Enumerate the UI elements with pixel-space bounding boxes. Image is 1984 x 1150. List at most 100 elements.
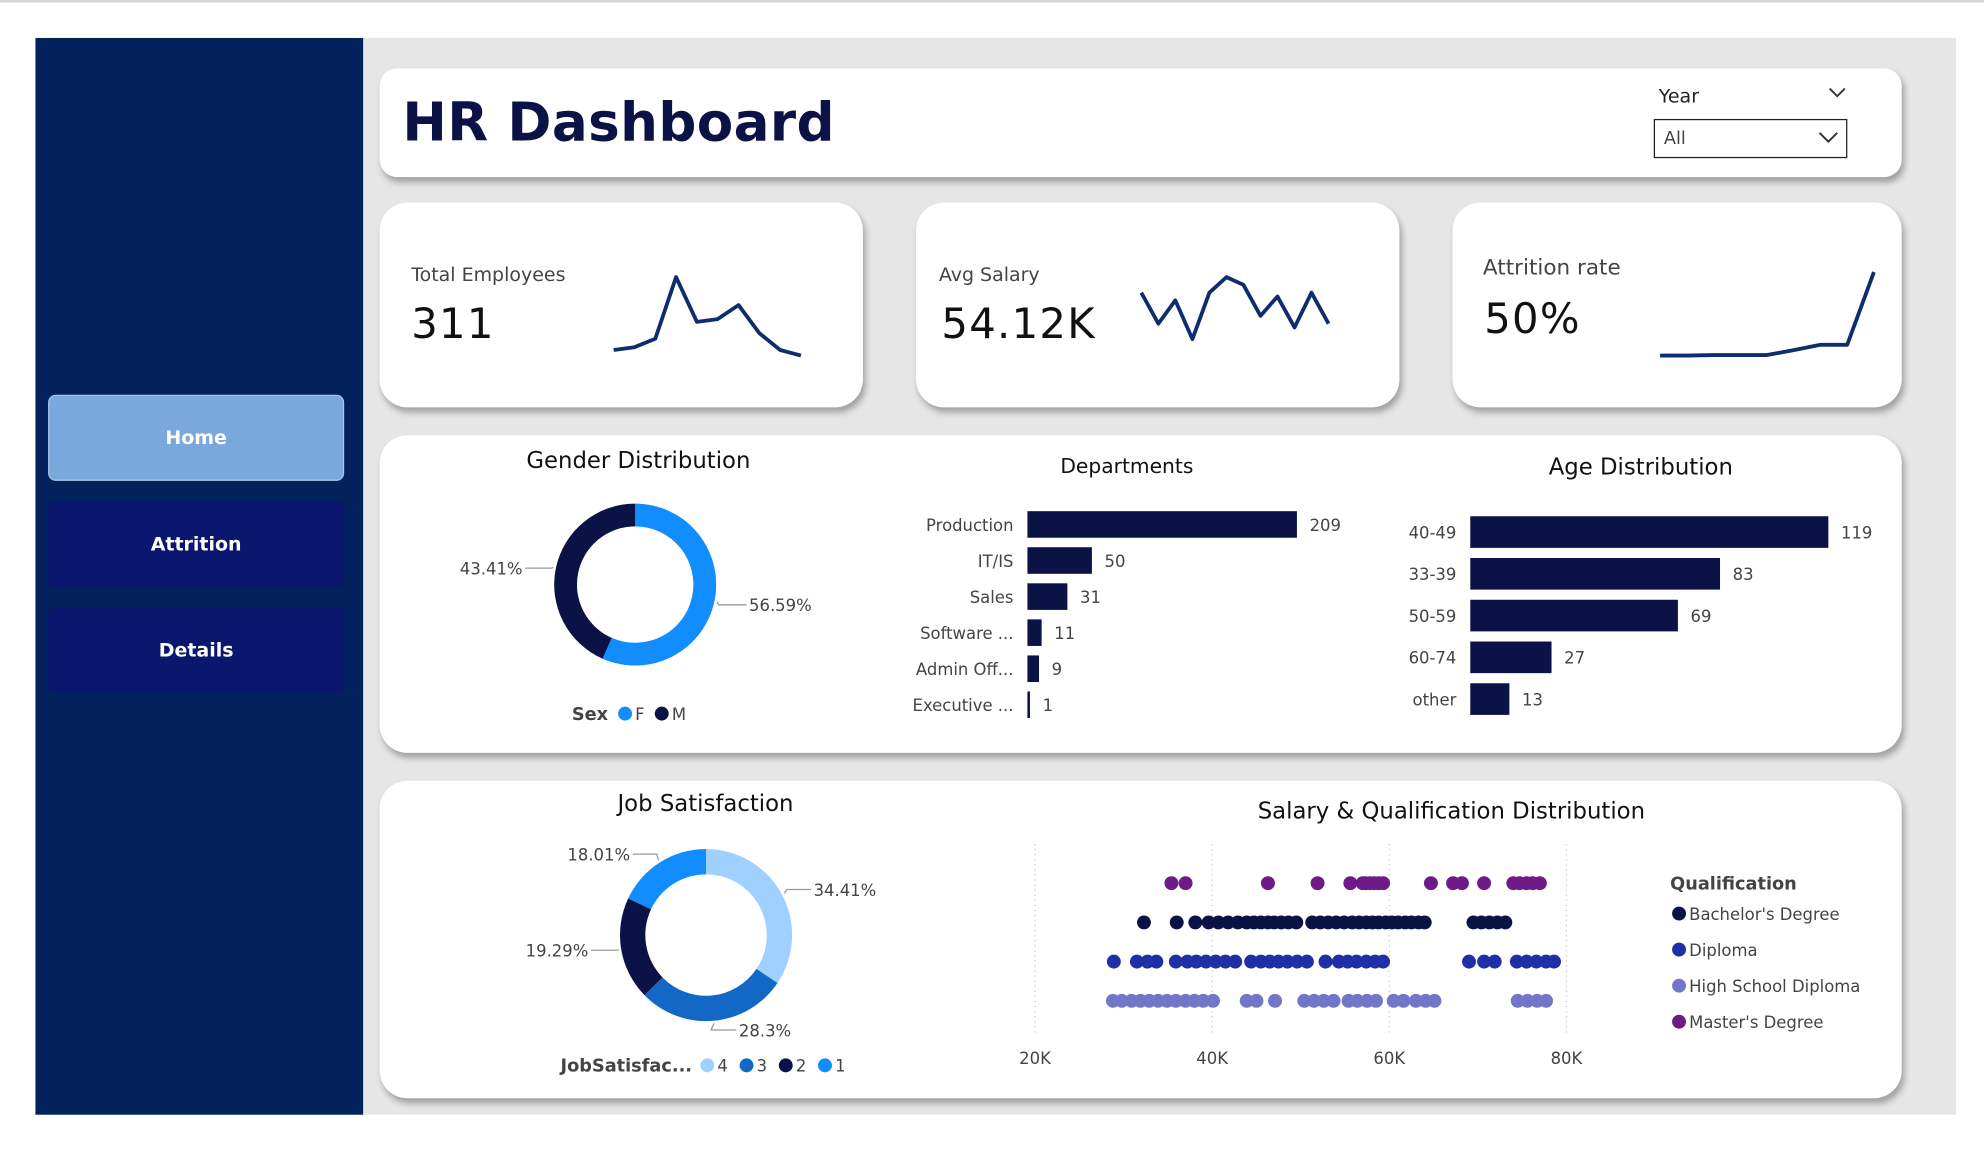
legend-marker <box>654 706 669 721</box>
scatter-point <box>1106 954 1121 969</box>
bar-category-label: other <box>1413 690 1457 709</box>
legend-marker <box>700 1058 715 1073</box>
scatter-point <box>1249 993 1264 1008</box>
bar-category-label: Software ... <box>920 624 1013 643</box>
scatter-point <box>1498 915 1513 930</box>
overview-charts: 56.59% 43.41% Sex F M Production 209 IT/IS 50 Sal… <box>460 503 1872 725</box>
bar <box>1027 619 1042 646</box>
scatter-point <box>1417 915 1432 930</box>
donut-leader-line <box>710 1023 737 1031</box>
bar <box>1027 655 1040 682</box>
bar-value-label: 9 <box>1052 660 1062 679</box>
bar <box>1470 516 1829 548</box>
donut-data-label: 28.3% <box>739 1021 791 1040</box>
kpi-label: Avg Salary <box>938 263 1040 286</box>
scatter-point <box>1149 954 1164 969</box>
bar-value-label: 1 <box>1043 696 1053 715</box>
x-tick-label: 40K <box>1196 1049 1229 1068</box>
donut-data-label: 56.59% <box>749 596 812 615</box>
legend-label: M <box>672 705 686 724</box>
scatter-point <box>1487 954 1502 969</box>
kpi-sparkline <box>613 275 802 358</box>
bar <box>1470 599 1678 632</box>
bar <box>1470 641 1552 674</box>
scatter-point <box>1343 876 1358 891</box>
chevron-down-icon <box>1818 132 1838 143</box>
kpi-sparkline <box>1139 275 1331 341</box>
bar-category-label: Admin Off... <box>916 660 1014 679</box>
bar <box>1027 547 1092 574</box>
overview-charts-card: Gender Distribution Departments Age Dist… <box>379 435 1902 753</box>
legend-label: Bachelor's Degree <box>1689 905 1839 924</box>
bar-value-label: 11 <box>1054 624 1075 643</box>
kpi-label: Total Employees <box>411 263 566 286</box>
bar-value-label: 50 <box>1105 552 1126 571</box>
bar <box>1027 583 1068 610</box>
bar-category-label: 50-59 <box>1409 607 1457 626</box>
scatter-point <box>1188 915 1203 930</box>
chevron-down-icon[interactable] <box>1828 86 1846 99</box>
legend-label: Diploma <box>1689 941 1757 960</box>
sidebar: Home Attrition Details <box>35 37 364 1115</box>
scatter-point <box>1539 993 1554 1008</box>
satisfaction-charts-card: Job Satisfaction Salary & Qualification … <box>379 780 1902 1099</box>
page-title: HR Dashboard <box>402 91 835 154</box>
year-filter-label: Year <box>1658 84 1700 108</box>
bar-category-label: 33-39 <box>1409 565 1457 584</box>
legend-label: 3 <box>757 1057 767 1076</box>
legend-marker <box>818 1058 832 1073</box>
legend-marker <box>739 1058 754 1073</box>
kpi-card-total-employees: Total Employees 311 <box>379 202 863 408</box>
legend-marker <box>618 706 633 721</box>
bar-category-label: Executive ... <box>913 696 1014 715</box>
legend-marker <box>1672 1014 1687 1029</box>
scatter-point <box>1268 993 1283 1008</box>
year-select-value: All <box>1663 129 1686 150</box>
donut-leader-line <box>716 601 747 606</box>
bar <box>1470 557 1721 590</box>
dashboard-canvas: Home Attrition Details HR Dashboard Year… <box>0 0 1984 1147</box>
scatter-point <box>1532 876 1547 891</box>
bar-category-label: IT/IS <box>978 552 1014 571</box>
donut-leader-line <box>632 853 660 861</box>
donut-slice <box>644 968 778 1022</box>
legend-label: High School Diploma <box>1689 977 1860 996</box>
donut-data-label: 18.01% <box>567 845 630 864</box>
kpi-value: 311 <box>411 298 495 348</box>
legend-label: 4 <box>717 1057 727 1076</box>
donut-leader-line <box>783 888 812 894</box>
sparkline-path <box>1660 271 1876 358</box>
legend-label: 1 <box>835 1057 845 1076</box>
legend-label: F <box>635 705 644 724</box>
legend-marker <box>778 1058 793 1073</box>
kpi-value: 54.12K <box>941 298 1096 348</box>
sparkline-path <box>613 275 802 358</box>
scatter-point <box>1396 993 1411 1008</box>
scatter-point <box>1136 915 1151 930</box>
scatter-point <box>1326 993 1341 1008</box>
scatter-point <box>1299 954 1314 969</box>
kpi-value: 50% <box>1484 293 1581 343</box>
scatter-point <box>1462 954 1476 969</box>
top-divider <box>0 0 1984 3</box>
bar-category-label: 60-74 <box>1409 649 1457 668</box>
nav-attrition-button[interactable]: Attrition <box>48 501 345 588</box>
donut-slice <box>706 849 793 983</box>
kpi-card-avg-salary: Avg Salary 54.12K <box>916 202 1400 408</box>
year-select[interactable]: All <box>1653 118 1848 159</box>
nav-details-button[interactable]: Details <box>48 607 345 694</box>
scatter-point <box>1206 993 1221 1008</box>
legend-title: Sex <box>572 705 609 725</box>
scatter-point <box>1423 876 1438 891</box>
bar <box>1027 511 1297 538</box>
x-tick-label: 20K <box>1019 1049 1052 1068</box>
satisfaction-charts: 34.41% 28.3% 19.29% 18.01% JobSatisfac... 4 3 2… <box>526 843 1860 1077</box>
bar-value-label: 31 <box>1080 588 1101 607</box>
donut-data-label: 19.29% <box>526 942 589 961</box>
scatter-point <box>1289 915 1304 930</box>
nav-home-button[interactable]: Home <box>48 394 345 481</box>
bar-value-label: 27 <box>1564 649 1585 668</box>
legend-title: Qualification <box>1670 875 1797 895</box>
kpi-card-attrition-rate: Attrition rate 50% <box>1452 202 1902 408</box>
donut-data-label: 43.41% <box>460 559 523 578</box>
